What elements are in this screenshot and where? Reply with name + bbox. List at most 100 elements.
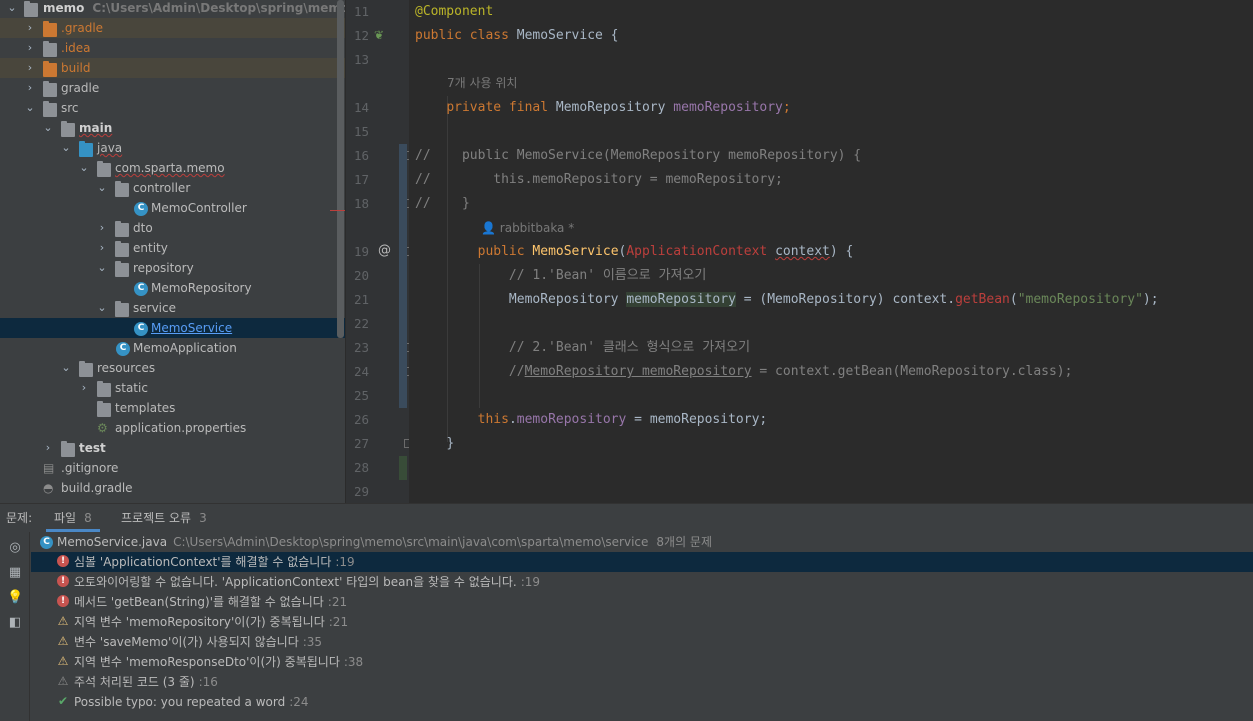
tree-item-label: service bbox=[133, 301, 176, 315]
tree-item-templates[interactable]: templates bbox=[0, 398, 345, 418]
tree-item-memorepository[interactable]: C MemoRepository bbox=[0, 278, 345, 298]
code-token: MemoService { bbox=[516, 28, 619, 43]
code-token: context bbox=[775, 244, 830, 259]
code-token: ; bbox=[782, 100, 791, 115]
tree-item-label: application.properties bbox=[115, 421, 247, 435]
folder-icon bbox=[115, 181, 129, 197]
tree-item-memocontroller[interactable]: C MemoController bbox=[0, 198, 345, 218]
problem-line: :19 bbox=[520, 575, 540, 589]
tree-scrollbar[interactable] bbox=[337, 0, 344, 338]
code-token: MemoService bbox=[532, 244, 619, 259]
tree-item-build[interactable]: › build bbox=[0, 58, 345, 78]
preview-icon[interactable]: ◧ bbox=[7, 615, 23, 631]
code-line-26: this.memoRepository = memoRepository; bbox=[415, 408, 768, 432]
tab-file[interactable]: 파일 8 bbox=[46, 504, 100, 532]
lightbulb-icon[interactable]: 💡 bbox=[7, 590, 23, 606]
code-token: @Component bbox=[415, 4, 494, 19]
code-token: ); bbox=[1142, 292, 1159, 307]
tree-item-main[interactable]: ⌄ main bbox=[0, 118, 345, 138]
chevron-down-icon[interactable]: ⌄ bbox=[60, 138, 72, 158]
tree-item-label: templates bbox=[115, 401, 176, 415]
tree-item-controller[interactable]: ⌄ controller bbox=[0, 178, 345, 198]
line-number: 12 bbox=[353, 28, 369, 43]
vcs-added-marker[interactable] bbox=[399, 456, 407, 480]
tab-project-errors[interactable]: 프로젝트 오류 3 bbox=[121, 504, 207, 532]
chevron-down-icon[interactable]: ⌄ bbox=[6, 0, 18, 18]
tree-item-static[interactable]: › static bbox=[0, 378, 345, 398]
folder-icon bbox=[43, 41, 57, 57]
code-line-16: // public MemoService(MemoRepository mem… bbox=[415, 144, 861, 168]
group-icon[interactable]: ▦ bbox=[7, 565, 23, 581]
problem-item[interactable]: ! 메서드 'getBean(String)'를 해결할 수 없습니다:21 bbox=[31, 592, 1253, 612]
chevron-down-icon[interactable]: ⌄ bbox=[60, 358, 72, 378]
chevron-down-icon[interactable]: ⌄ bbox=[96, 178, 108, 198]
chevron-right-icon[interactable]: › bbox=[24, 58, 36, 78]
code-token: public bbox=[477, 244, 533, 259]
tree-item-test[interactable]: › test bbox=[0, 438, 345, 458]
chevron-right-icon[interactable]: › bbox=[96, 238, 108, 258]
autoscroll-icon[interactable]: ◎ bbox=[7, 540, 23, 556]
code-token: . bbox=[508, 412, 517, 427]
spring-bean-icon[interactable]: ❦ bbox=[374, 23, 384, 47]
spring-bean-icon: C bbox=[116, 342, 130, 356]
chevron-down-icon[interactable]: ⌄ bbox=[78, 158, 90, 178]
line-number: 28 bbox=[353, 460, 369, 475]
chevron-down-icon[interactable]: ⌄ bbox=[96, 298, 108, 318]
warning-icon: ⚠ bbox=[57, 614, 69, 628]
chevron-right-icon[interactable]: › bbox=[78, 378, 90, 398]
author-hint[interactable]: 👤 rabbitbaka * bbox=[481, 216, 574, 240]
tree-item-label: com.sparta.memo bbox=[115, 161, 225, 175]
chevron-right-icon[interactable]: › bbox=[24, 38, 36, 58]
tree-item-gradle-dir[interactable]: › .gradle bbox=[0, 18, 345, 38]
user-icon: 👤 bbox=[481, 221, 496, 235]
tree-item-src[interactable]: ⌄ src bbox=[0, 98, 345, 118]
chevron-down-icon[interactable]: ⌄ bbox=[24, 98, 36, 118]
vcs-change-marker[interactable] bbox=[399, 144, 407, 408]
problem-item[interactable]: ⚠ 주석 처리된 코드 (3 줄):16 bbox=[31, 672, 1253, 692]
tree-item-buildgradle[interactable]: ◓ build.gradle bbox=[0, 478, 345, 498]
tree-item-repository[interactable]: ⌄ repository bbox=[0, 258, 345, 278]
chevron-right-icon[interactable]: › bbox=[24, 18, 36, 38]
tree-item-gradle[interactable]: › gradle bbox=[0, 78, 345, 98]
line-number: 26 bbox=[353, 412, 369, 427]
tree-item-dto[interactable]: › dto bbox=[0, 218, 345, 238]
code-token: // 2.'Bean' 클래스 형식으로 가져오기 bbox=[508, 340, 751, 355]
code-token: memoRepository bbox=[626, 292, 736, 307]
tree-item-memo[interactable]: ⌄ memo C:\Users\Admin\Desktop\spring\memo bbox=[0, 0, 345, 18]
problem-item[interactable]: ⚠ 변수 'saveMemo'이(가) 사용되지 않습니다:35 bbox=[31, 632, 1253, 652]
chevron-right-icon[interactable]: › bbox=[42, 438, 54, 458]
problem-item[interactable]: ! 오토와이어링할 수 없습니다. 'ApplicationContext' 타… bbox=[31, 572, 1253, 592]
code-line-21: MemoRepository memoRepository = (MemoRep… bbox=[415, 288, 1159, 312]
problem-line: :19 bbox=[335, 555, 355, 569]
line-number: 11 bbox=[353, 4, 369, 19]
folder-icon bbox=[24, 1, 38, 17]
tree-item-label: repository bbox=[133, 261, 194, 275]
tree-item-label: MemoRepository bbox=[151, 281, 252, 295]
autowired-icon[interactable]: @ bbox=[378, 239, 391, 263]
folder-icon bbox=[115, 221, 129, 237]
problem-item[interactable]: ✔ Possible typo: you repeated a word:24 bbox=[31, 692, 1253, 712]
tree-item-memoservice[interactable]: C MemoService bbox=[0, 318, 345, 338]
tree-item-resources[interactable]: ⌄ resources bbox=[0, 358, 345, 378]
problem-item[interactable]: ! 심볼 'ApplicationContext'를 해결할 수 없습니다:19 bbox=[31, 552, 1253, 572]
code-token: public class bbox=[415, 28, 517, 43]
chevron-down-icon[interactable]: ⌄ bbox=[96, 258, 108, 278]
problem-text: 주석 처리된 코드 (3 줄) bbox=[74, 675, 195, 689]
tree-item-idea[interactable]: › .idea bbox=[0, 38, 345, 58]
usages-hint[interactable]: 7개 사용 위치 bbox=[447, 71, 517, 95]
tree-item-memoapplication[interactable]: C MemoApplication bbox=[0, 338, 345, 358]
chevron-right-icon[interactable]: › bbox=[96, 218, 108, 238]
tree-item-service[interactable]: ⌄ service bbox=[0, 298, 345, 318]
problem-item[interactable]: ⚠ 지역 변수 'memoResponseDto'이(가) 중복됩니다:38 bbox=[31, 652, 1253, 672]
tree-item-java[interactable]: ⌄ java bbox=[0, 138, 345, 158]
tree-item-gitignore[interactable]: ▤ .gitignore bbox=[0, 458, 345, 478]
tab-label: 파일 bbox=[54, 511, 77, 525]
code-editor[interactable]: @Component public class MemoService { 7개… bbox=[409, 0, 1253, 503]
chevron-down-icon[interactable]: ⌄ bbox=[42, 118, 54, 138]
problem-item[interactable]: ⚠ 지역 변수 'memoRepository'이(가) 중복됩니다:21 bbox=[31, 612, 1253, 632]
tree-item-entity[interactable]: › entity bbox=[0, 238, 345, 258]
problem-file-header[interactable]: C MemoService.java C:\Users\Admin\Desktop… bbox=[31, 532, 1253, 552]
tree-item-package[interactable]: ⌄ com.sparta.memo bbox=[0, 158, 345, 178]
tree-item-properties[interactable]: ⚙ application.properties bbox=[0, 418, 345, 438]
chevron-right-icon[interactable]: › bbox=[24, 78, 36, 98]
